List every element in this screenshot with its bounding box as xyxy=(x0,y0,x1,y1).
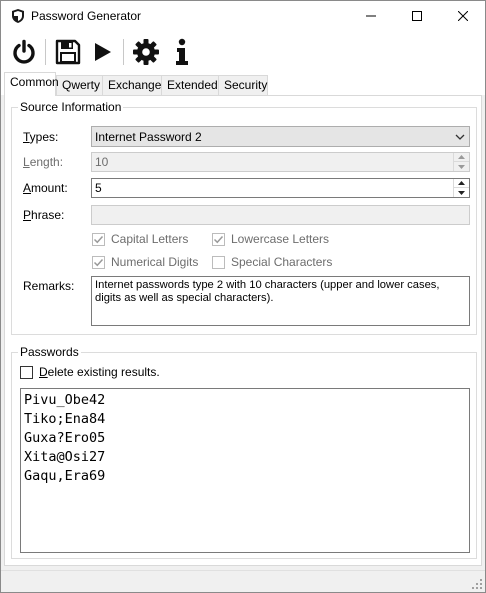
checkbox-box xyxy=(212,232,225,246)
generate-button[interactable] xyxy=(87,37,117,67)
toolbar xyxy=(1,31,485,71)
length-spinner xyxy=(453,153,469,171)
tab-label: Common xyxy=(10,75,59,89)
about-button[interactable] xyxy=(167,37,197,67)
source-information-group: Source Information Types: Internet Passw… xyxy=(11,100,477,335)
status-bar xyxy=(1,570,485,592)
checkbox-label: Special Characters xyxy=(231,255,333,269)
length-value: 10 xyxy=(95,155,109,169)
tab-panel-common: Source Information Types: Internet Passw… xyxy=(4,95,482,566)
tab-exchange[interactable]: Exchange xyxy=(102,75,162,95)
tab-qwerty[interactable]: Qwerty xyxy=(56,75,103,95)
checkbox-label: Capital Letters xyxy=(111,232,189,246)
toolbar-separator xyxy=(45,39,46,65)
remarks-label: Remarks: xyxy=(23,279,75,293)
maximize-button[interactable] xyxy=(394,1,440,31)
arrow-up-icon xyxy=(458,181,465,185)
minimize-icon xyxy=(366,15,376,17)
checkbox-label: Lowercase Letters xyxy=(231,232,330,246)
window-title: Password Generator xyxy=(31,9,142,23)
close-icon xyxy=(458,11,468,21)
exit-button[interactable] xyxy=(9,37,39,67)
tab-label: Extended xyxy=(167,78,218,92)
group-title: Source Information xyxy=(18,100,124,114)
power-icon xyxy=(13,39,35,64)
length-up-button[interactable] xyxy=(454,153,469,162)
amount-value: 5 xyxy=(95,181,102,195)
capital-letters-checkbox[interactable]: Capital Letters xyxy=(92,232,188,246)
lowercase-letters-checkbox[interactable]: Lowercase Letters xyxy=(212,232,329,246)
minimize-button[interactable] xyxy=(348,1,394,31)
maximize-icon xyxy=(412,11,422,21)
amount-label: Amount: xyxy=(23,181,68,195)
length-down-button[interactable] xyxy=(454,162,469,171)
checkbox-box xyxy=(20,365,33,379)
tab-security[interactable]: Security xyxy=(218,75,268,95)
title-bar[interactable]: Password Generator xyxy=(1,1,485,31)
shield-icon xyxy=(10,8,26,24)
checkbox-label: Numerical Digits xyxy=(111,255,199,269)
tab-extended[interactable]: Extended xyxy=(161,75,219,95)
tab-strip: Common Qwerty Exchange Extended Security xyxy=(1,71,485,96)
password-line: Gaqu,Era69 xyxy=(24,468,106,484)
settings-button[interactable] xyxy=(131,37,161,67)
close-button[interactable] xyxy=(440,1,486,31)
amount-up-button[interactable] xyxy=(454,179,469,188)
special-characters-checkbox[interactable]: Special Characters xyxy=(212,255,332,269)
arrow-up-icon xyxy=(458,155,465,159)
resize-grip-icon[interactable] xyxy=(471,578,483,590)
tab-label: Qwerty xyxy=(62,78,101,92)
save-button[interactable] xyxy=(53,37,83,67)
amount-stepper[interactable]: 5 xyxy=(91,178,470,198)
chevron-down-icon xyxy=(455,134,465,140)
password-line: Pivu_Obe42 xyxy=(24,392,106,408)
info-icon xyxy=(176,38,188,65)
tab-label: Exchange xyxy=(108,78,162,92)
passwords-output[interactable]: Pivu_Obe42 Tiko;Ena84 Guxa?Ero05 Xita@Os… xyxy=(20,388,470,553)
password-line: Guxa?Ero05 xyxy=(24,430,106,446)
group-title: Passwords xyxy=(18,345,81,359)
password-line: Tiko;Ena84 xyxy=(24,411,106,427)
checkmark-icon xyxy=(213,235,224,243)
length-stepper[interactable]: 10 xyxy=(91,152,470,172)
checkmark-icon xyxy=(93,258,104,266)
types-combo[interactable]: Internet Password 2 xyxy=(91,126,470,147)
amount-spinner xyxy=(453,179,469,197)
checkbox-box xyxy=(92,232,105,246)
checkbox-label: Delete existing results. xyxy=(39,365,160,379)
delete-existing-checkbox[interactable]: Delete existing results. xyxy=(20,365,160,379)
passwords-group: Passwords Delete existing results. Pivu_… xyxy=(11,345,477,559)
arrow-down-icon xyxy=(458,164,465,169)
tab-common[interactable]: Common xyxy=(4,72,59,96)
amount-down-button[interactable] xyxy=(454,188,469,197)
toolbar-separator xyxy=(123,39,124,65)
play-icon xyxy=(95,43,111,61)
phrase-field[interactable] xyxy=(91,205,470,225)
numerical-digits-checkbox[interactable]: Numerical Digits xyxy=(92,255,198,269)
password-line: Xita@Osi27 xyxy=(24,449,106,465)
length-label: Length: xyxy=(23,155,64,169)
checkbox-box xyxy=(212,255,225,269)
save-icon xyxy=(55,39,81,65)
phrase-label: Phrase: xyxy=(23,208,65,222)
gear-icon xyxy=(133,39,159,65)
checkmark-icon xyxy=(93,235,104,243)
arrow-down-icon xyxy=(458,190,465,195)
checkbox-box xyxy=(92,255,105,269)
types-label: Types: xyxy=(23,130,59,144)
app-window: Password Generator Common Qwerty Exchang… xyxy=(0,0,486,593)
remarks-text: Internet passwords type 2 with 10 charac… xyxy=(91,276,470,326)
tab-label: Security xyxy=(224,78,268,92)
types-value: Internet Password 2 xyxy=(95,130,202,144)
